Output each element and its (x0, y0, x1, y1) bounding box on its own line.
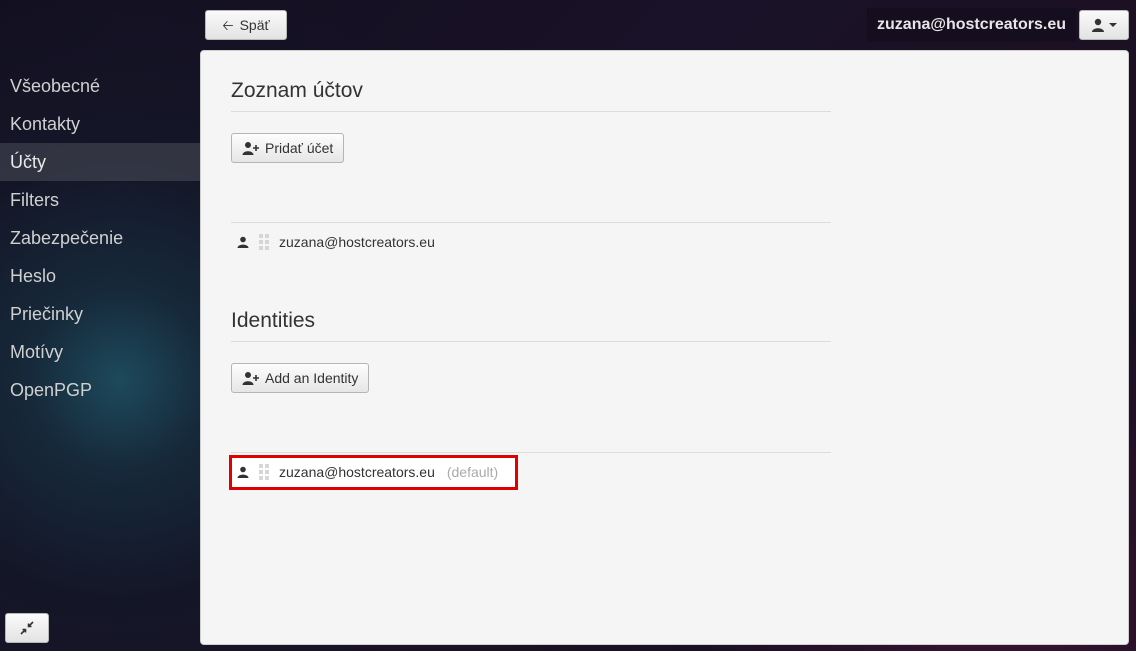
add-account-button[interactable]: Pridať účet (231, 133, 345, 163)
settings-panel: Zoznam účtov Pridať účet zuzana@hostcrea… (200, 50, 1129, 645)
chevron-down-icon (1109, 23, 1117, 27)
sidebar-item-filters[interactable]: Filters (0, 181, 200, 219)
drag-handle-icon[interactable] (259, 234, 269, 250)
add-identity-button[interactable]: Add an Identity (231, 363, 370, 393)
back-button-label: Späť (239, 17, 270, 33)
identity-list-item[interactable]: zuzana@hostcreators.eu (default) (237, 460, 498, 484)
sidebar-item-general[interactable]: Všeobecné (0, 67, 200, 105)
account-email: zuzana@hostcreators.eu (279, 234, 435, 250)
user-icon (1092, 18, 1104, 32)
sidebar-item-themes[interactable]: Motívy (0, 333, 200, 371)
identities-list-divider (231, 452, 831, 453)
sidebar-item-openpgp[interactable]: OpenPGP (0, 371, 200, 409)
sidebar-item-folders[interactable]: Priečinky (0, 295, 200, 333)
user-icon (237, 236, 249, 248)
accounts-list-divider (231, 222, 831, 223)
accounts-section-title: Zoznam účtov (231, 79, 831, 112)
settings-sidebar: Všeobecné Kontakty Účty Filters Zabezpeč… (0, 67, 200, 409)
sidebar-item-accounts[interactable]: Účty (0, 143, 200, 181)
user-plus-icon (242, 372, 259, 385)
user-plus-icon (242, 142, 259, 155)
user-menu-button[interactable] (1079, 10, 1129, 40)
sidebar-item-password[interactable]: Heslo (0, 257, 200, 295)
add-account-label: Pridať účet (265, 140, 334, 156)
user-email: zuzana@hostcreators.eu (867, 8, 1076, 42)
drag-handle-icon[interactable] (259, 464, 269, 480)
collapse-icon (20, 621, 34, 635)
sidebar-item-security[interactable]: Zabezpečenie (0, 219, 200, 257)
account-list-item[interactable]: zuzana@hostcreators.eu (237, 230, 435, 254)
collapse-button[interactable] (5, 613, 49, 643)
sidebar-item-contacts[interactable]: Kontakty (0, 105, 200, 143)
identity-default-tag: (default) (446, 464, 499, 480)
add-identity-label: Add an Identity (265, 370, 359, 386)
arrow-left-icon: 🡠 (222, 17, 234, 33)
back-button[interactable]: 🡠 Späť (205, 10, 287, 40)
identity-email: zuzana@hostcreators.eu (279, 464, 435, 480)
user-icon (237, 466, 249, 478)
identities-section-title: Identities (231, 309, 831, 342)
